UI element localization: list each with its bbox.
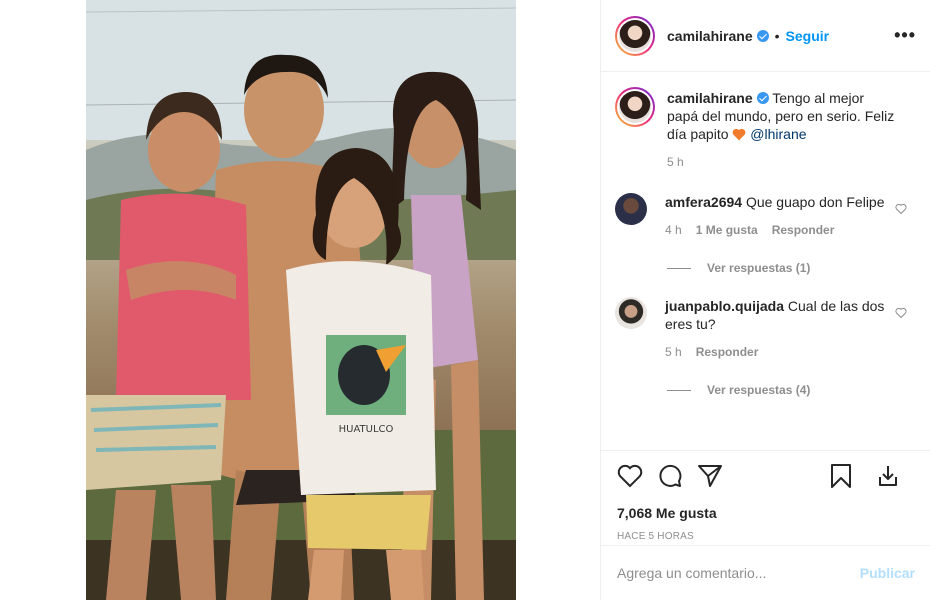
- caption-meta: 5 h: [667, 153, 897, 171]
- comment-item: amfera2694 Que guapo don Felipe 4 h 1 Me…: [615, 193, 915, 239]
- instagram-post-page: HUATULCO camilahirane • Seguir ••• camil…: [0, 0, 930, 600]
- comments-list[interactable]: camilahirane Tengo al mejor papá del mun…: [601, 73, 930, 450]
- reply-button[interactable]: Responder: [772, 221, 835, 239]
- replies-divider: [667, 389, 691, 391]
- comment-body: amfera2694 Que guapo don Felipe 4 h 1 Me…: [665, 193, 895, 239]
- comment-username[interactable]: juanpablo.quijada: [665, 298, 784, 314]
- post-comment-button[interactable]: Publicar: [860, 565, 915, 581]
- comment-input[interactable]: Agrega un comentario...: [617, 565, 766, 581]
- share-icon[interactable]: [697, 464, 723, 488]
- comment-meta: 4 h 1 Me gusta Responder: [665, 221, 895, 239]
- comment-body: juanpablo.quijada Cual de las dos eres t…: [665, 297, 895, 361]
- comment-time: 5 h: [665, 345, 682, 359]
- view-replies-button[interactable]: Ver respuestas (4): [667, 383, 915, 397]
- comment-icon[interactable]: [657, 463, 683, 489]
- comment-text: Que guapo don Felipe: [745, 194, 885, 210]
- heart-icon[interactable]: [617, 464, 643, 488]
- author-avatar[interactable]: [615, 15, 655, 56]
- view-replies-button[interactable]: Ver respuestas (1): [667, 261, 915, 275]
- caption-avatar[interactable]: [615, 87, 655, 127]
- likes-count[interactable]: 7,068 Me gusta: [617, 505, 915, 521]
- comment-item: juanpablo.quijada Cual de las dos eres t…: [615, 297, 915, 361]
- comment-like-heart-icon[interactable]: [895, 203, 907, 215]
- verified-badge-icon: [756, 29, 769, 42]
- post-side-panel: camilahirane • Seguir ••• camilahirane T…: [600, 0, 930, 600]
- view-replies-label: Ver respuestas (4): [707, 383, 811, 397]
- caption-mention-link[interactable]: @lhirane: [750, 126, 806, 142]
- caption-username[interactable]: camilahirane: [667, 90, 753, 106]
- reply-button[interactable]: Responder: [696, 343, 759, 361]
- commenter-avatar[interactable]: [615, 193, 647, 225]
- caption: camilahirane Tengo al mejor papá del mun…: [615, 87, 915, 171]
- action-icons-right: [829, 463, 915, 489]
- post-header: camilahirane • Seguir •••: [601, 0, 930, 72]
- comment-time: 4 h: [665, 223, 682, 237]
- verified-badge-icon: [756, 92, 769, 104]
- author-username[interactable]: camilahirane: [667, 28, 753, 44]
- post-actions: 7,068 Me gusta HACE 5 HORAS: [601, 450, 930, 542]
- orange-heart-emoji-icon: [732, 128, 746, 141]
- comment-likes[interactable]: 1 Me gusta: [696, 221, 758, 239]
- follow-button[interactable]: Seguir: [786, 28, 830, 44]
- more-options-icon[interactable]: •••: [894, 25, 916, 46]
- comment-username[interactable]: amfera2694: [665, 194, 742, 210]
- family-photo-illustration: HUATULCO: [86, 0, 516, 600]
- comment-composer: Agrega un comentario... Publicar: [601, 545, 930, 600]
- bookmark-icon[interactable]: [829, 463, 853, 489]
- comment-like-heart-icon[interactable]: [895, 307, 907, 319]
- commenter-avatar[interactable]: [615, 297, 647, 329]
- action-icons: [617, 461, 915, 491]
- replies-divider: [667, 267, 691, 269]
- post-photo[interactable]: HUATULCO: [86, 0, 516, 600]
- shirt-print-text: HUATULCO: [339, 424, 394, 435]
- post-timestamp[interactable]: HACE 5 HORAS: [617, 531, 915, 542]
- caption-body: camilahirane Tengo al mejor papá del mun…: [667, 89, 897, 171]
- header-separator: •: [774, 27, 780, 44]
- photo-area: HUATULCO: [0, 0, 600, 600]
- view-replies-label: Ver respuestas (1): [707, 261, 811, 275]
- comment-meta: 5 h Responder: [665, 343, 895, 361]
- caption-time: 5 h: [667, 155, 684, 169]
- download-icon[interactable]: [875, 463, 901, 489]
